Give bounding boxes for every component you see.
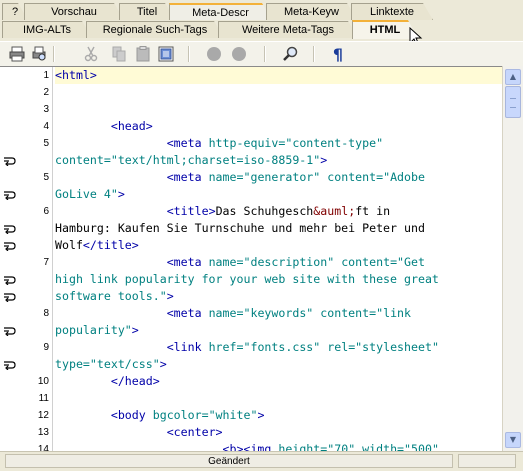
code-line[interactable]: 1 <html> — [43, 67, 502, 84]
code-line-content: <head> — [110, 119, 153, 133]
code-line[interactable]: 10 </head> — [38, 373, 502, 390]
code-line-content: <html> — [55, 68, 97, 82]
code-area[interactable]: 1 <html> 2 3 4 <head> 5 <meta http-equiv="con… — [4, 67, 502, 452]
line-number: 13 — [37, 427, 49, 438]
tab-linktexte[interactable]: Linktexte — [351, 3, 433, 20]
code-line-content: type="text/css"> — [55, 357, 167, 371]
print-preview-icon[interactable] — [30, 45, 48, 63]
line-number: 10 — [37, 376, 49, 387]
code-line[interactable]: 4 <head> — [43, 118, 502, 135]
code-line-content: <meta name="description" content="Get — [166, 255, 425, 269]
line-number: 8 — [43, 308, 49, 319]
code-line-content: <meta name="generator" content="Adobe — [166, 170, 425, 184]
play-icon[interactable] — [230, 45, 248, 63]
code-line[interactable]: 3 — [43, 101, 502, 118]
code-line[interactable]: 2 — [43, 84, 502, 101]
line-number: 7 — [43, 257, 49, 268]
printer-icon[interactable] — [8, 45, 26, 63]
code-line[interactable]: 6 <title>Das Schuhgesch&auml;ft in — [43, 203, 502, 220]
tab-row-1: ? Vorschau Titel Meta-Descr Meta-Keyw Li… — [0, 3, 523, 21]
cut-icon[interactable] — [82, 45, 100, 63]
record-icon[interactable] — [205, 45, 223, 63]
code-line-content: content="text/html;charset=iso-8859-1"> — [55, 153, 328, 167]
paste-icon[interactable] — [134, 45, 152, 63]
status-text: Geändert — [5, 454, 453, 468]
code-line-content: <meta name="keywords" content="link — [166, 306, 412, 320]
code-line-content: <meta http-equiv="content-type" — [166, 136, 384, 150]
code-line[interactable]: GoLive 4"> — [4, 186, 502, 203]
select-all-icon[interactable] — [157, 45, 175, 63]
tab-weitere-meta-tags[interactable]: Weitere Meta-Tags — [218, 21, 358, 38]
scroll-up-button[interactable]: ▲ — [505, 69, 521, 85]
html-source-editor[interactable]: 1 <html> 2 3 4 <head> 5 <meta http-equiv="con… — [0, 66, 502, 452]
code-line-content: <body bgcolor="white"> — [110, 408, 265, 422]
code-line-content: Wolf</title> — [55, 238, 139, 252]
code-line-content: software tools."> — [55, 289, 174, 303]
code-line-content: GoLive 4"> — [55, 187, 125, 201]
code-line[interactable]: 11 — [39, 390, 502, 407]
line-number: 1 — [43, 70, 49, 81]
line-number: 2 — [43, 87, 49, 98]
code-line[interactable]: high link popularity for your web site w… — [4, 271, 502, 288]
line-number: 11 — [38, 393, 49, 404]
copy-icon[interactable] — [110, 45, 128, 63]
line-number: 5 — [43, 138, 49, 149]
line-number: 5 — [43, 172, 49, 183]
code-line[interactable]: 5 <meta http-equiv="content-type" — [43, 135, 502, 152]
code-line[interactable]: content="text/html;charset=iso-8859-1"> — [4, 152, 502, 169]
code-line[interactable]: Wolf</title> — [4, 237, 502, 254]
tab-row-2: IMG-ALTs Regionale Such-Tags Weitere Met… — [0, 21, 523, 39]
tab-regionale-such-tags[interactable]: Regionale Such-Tags — [86, 21, 224, 38]
toolbar: ¶ — [0, 41, 523, 67]
vertical-scrollbar[interactable]: ▲ ▼ — [502, 66, 523, 451]
code-line-content: </head> — [110, 374, 160, 388]
tab-img-alts[interactable]: IMG-ALTs — [2, 21, 92, 38]
code-line[interactable]: popularity"> — [4, 322, 502, 339]
search-icon[interactable] — [281, 45, 299, 63]
code-line-content: high link popularity for your web site w… — [55, 272, 439, 286]
line-number: 6 — [43, 206, 49, 217]
scroll-thumb[interactable] — [505, 86, 521, 118]
code-line[interactable]: 9 <link href="fonts.css" rel="stylesheet… — [43, 339, 502, 356]
code-line[interactable]: type="text/css"> — [4, 356, 502, 373]
code-line[interactable]: 7 <meta name="description" content="Get — [43, 254, 502, 271]
code-line[interactable]: 13 <center> — [38, 424, 502, 441]
code-line[interactable]: 5 <meta name="generator" content="Adobe — [43, 169, 502, 186]
tab-titel[interactable]: Titel — [119, 3, 175, 20]
code-line[interactable]: Hamburg: Kaufen Sie Turnschuhe und mehr … — [4, 220, 502, 237]
line-number: 12 — [37, 410, 49, 421]
tab-meta-descr[interactable]: Meta-Descr — [169, 3, 272, 20]
code-line-content: <title>Das Schuhgesch&auml;ft in — [166, 204, 391, 218]
code-line-content: Hamburg: Kaufen Sie Turnschuhe und mehr … — [55, 221, 425, 235]
line-number: 4 — [43, 121, 49, 132]
code-line-content: popularity"> — [55, 323, 139, 337]
line-number: 3 — [43, 104, 49, 115]
code-line[interactable]: software tools."> — [4, 288, 502, 305]
pilcrow-icon[interactable]: ¶ — [329, 45, 347, 64]
code-line[interactable]: 12 <body bgcolor="white"> — [38, 407, 502, 424]
code-line-content: <center> — [166, 425, 223, 439]
tab-vorschau[interactable]: Vorschau — [24, 3, 124, 20]
scroll-down-button[interactable]: ▼ — [505, 432, 521, 448]
line-number: 9 — [43, 342, 49, 353]
status-panel — [458, 454, 516, 468]
status-bar: Geändert — [0, 451, 523, 471]
code-line[interactable]: 8 <meta name="keywords" content="link — [43, 305, 502, 322]
code-line-content: <link href="fonts.css" rel="stylesheet" — [166, 340, 439, 354]
tab-meta-keyw[interactable]: Meta-Keyw — [266, 3, 357, 20]
